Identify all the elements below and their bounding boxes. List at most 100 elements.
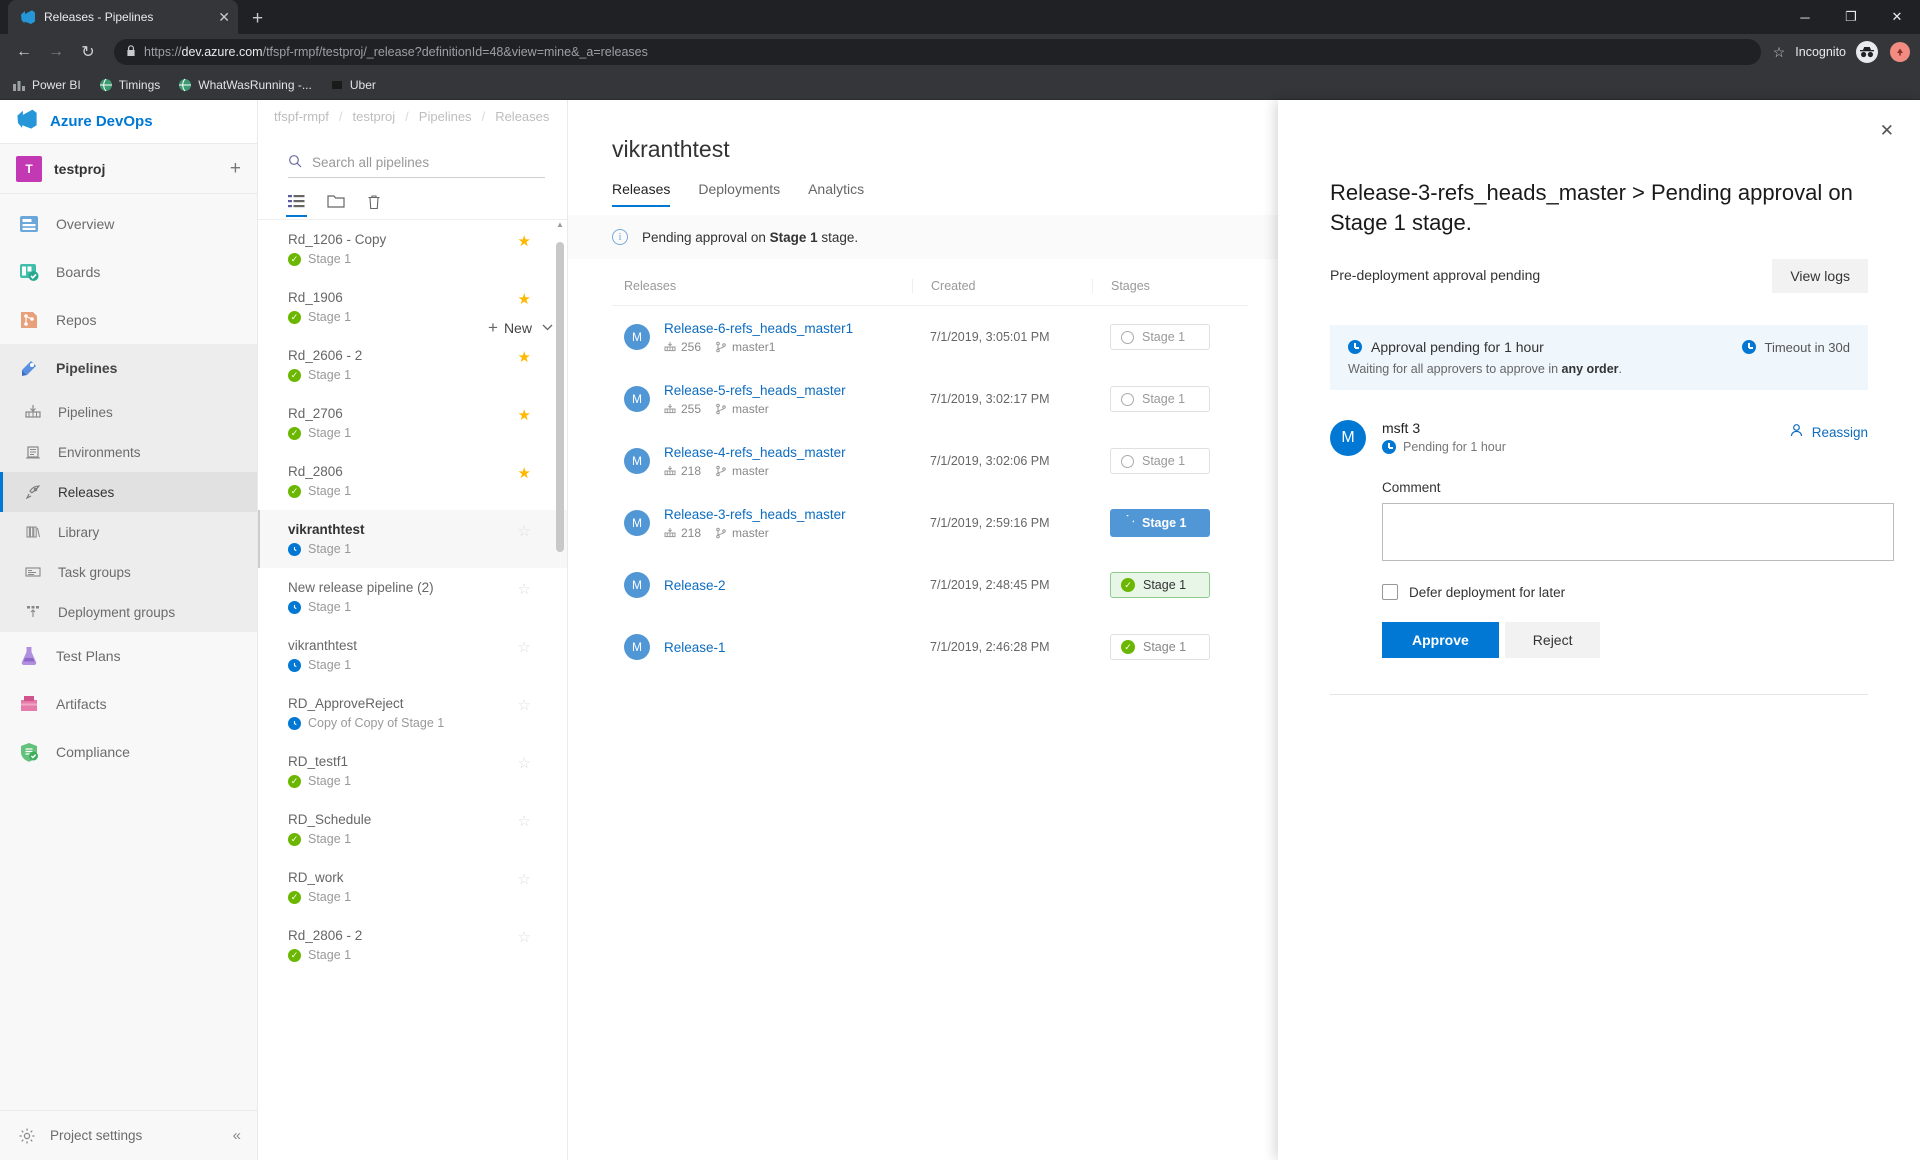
folder-icon[interactable] (327, 194, 345, 217)
favorite-star-icon[interactable]: ☆ (518, 754, 531, 772)
bookmark-item[interactable]: Uber (330, 78, 376, 92)
search-pipelines-box[interactable] (288, 148, 545, 178)
pipelines-scrollbar[interactable]: ▲ (555, 220, 565, 1160)
favorite-star-icon[interactable]: ★ (518, 348, 531, 366)
pipeline-list-item[interactable]: Rd_2806 - 2 ✓ Stage 1 ☆ (258, 916, 567, 974)
maximize-icon[interactable]: ❐ (1828, 0, 1874, 34)
trash-icon[interactable] (367, 194, 381, 218)
release-name-link[interactable]: Release-6-refs_heads_master1 (664, 321, 853, 336)
bookmark-item[interactable]: Timings (99, 78, 160, 92)
breadcrumb-item[interactable]: testproj (353, 109, 396, 124)
stage-badge[interactable]: ✓ Stage 1 (1110, 634, 1210, 660)
reassign-button[interactable]: Reassign (1789, 423, 1868, 441)
new-pipeline-button[interactable]: + New (488, 318, 553, 338)
pipeline-list-item[interactable]: Rd_1206 - Copy ✓ Stage 1 ★ (258, 220, 567, 278)
pipeline-list-item[interactable]: New release pipeline (2) Stage 1 ☆ (258, 568, 567, 626)
favorite-star-icon[interactable]: ★ (518, 406, 531, 424)
new-tab-button[interactable]: + (252, 8, 263, 30)
favorite-star-icon[interactable]: ☆ (518, 638, 531, 656)
tab-deployments[interactable]: Deployments (698, 181, 780, 207)
pipeline-list-item[interactable]: Rd_2706 ✓ Stage 1 ★ (258, 394, 567, 452)
project-settings-button[interactable]: Project settings « (0, 1110, 257, 1160)
sidebar-item-task-groups[interactable]: Task groups (0, 552, 257, 592)
org-header[interactable]: Azure DevOps (0, 100, 257, 144)
favorite-star-icon[interactable]: ★ (518, 464, 531, 482)
stage-badge[interactable]: Stage 1 (1110, 324, 1210, 350)
view-logs-button[interactable]: View logs (1772, 259, 1868, 294)
favorite-star-icon[interactable]: ☆ (518, 928, 531, 946)
sidebar-item-repos[interactable]: Repos (0, 296, 257, 344)
table-row[interactable]: M Release-4-refs_heads_master 218 master 7/1… (612, 430, 1248, 492)
approve-button[interactable]: Approve (1382, 622, 1499, 659)
table-row[interactable]: M Release-3-refs_heads_master 218 master 7/1… (612, 492, 1248, 554)
sidebar-item-pipelines-group[interactable]: Pipelines (0, 344, 257, 392)
reject-button[interactable]: Reject (1504, 622, 1601, 659)
project-selector[interactable]: T testproj + (0, 144, 257, 194)
forward-icon[interactable]: → (42, 38, 70, 66)
pipeline-list-item[interactable]: vikranthtest Stage 1 ☆ (258, 510, 567, 568)
stage-badge[interactable]: Stage 1 (1110, 386, 1210, 412)
tab-close-icon[interactable]: ✕ (218, 10, 230, 24)
favorite-star-icon[interactable]: ☆ (518, 522, 531, 540)
stage-badge[interactable]: Stage 1 (1110, 509, 1210, 537)
table-row[interactable]: M Release-1 7/1/2019, 2:46:28 PM ✓ Stage 1 (612, 616, 1248, 678)
pipeline-list-item[interactable]: Rd_2806 ✓ Stage 1 ★ (258, 452, 567, 510)
back-icon[interactable]: ← (10, 38, 38, 66)
release-name-link[interactable]: Release-3-refs_heads_master (664, 507, 846, 522)
sidebar-item-pipelines[interactable]: Pipelines (0, 392, 257, 432)
tab-releases[interactable]: Releases (612, 181, 671, 207)
minimize-icon[interactable]: ─ (1782, 0, 1828, 34)
browser-tab[interactable]: Releases - Pipelines ✕ (8, 0, 238, 34)
pipeline-list-item[interactable]: vikranthtest Stage 1 ☆ (258, 626, 567, 684)
address-bar[interactable]: https://dev.azure.com/tfspf-rmpf/testpro… (114, 39, 1761, 65)
pipeline-list-item[interactable]: RD_ApproveReject Copy of Copy of Stage 1 ☆ (258, 684, 567, 742)
scrollbar-thumb[interactable] (556, 242, 564, 552)
list-view-icon[interactable] (286, 194, 307, 217)
release-name-link[interactable]: Release-5-refs_heads_master (664, 383, 846, 398)
favorite-star-icon[interactable]: ☆ (518, 812, 531, 830)
sidebar-item-boards[interactable]: Boards (0, 248, 257, 296)
table-row[interactable]: M Release-2 7/1/2019, 2:48:45 PM ✓ Stage 1 (612, 554, 1248, 616)
favorite-star-icon[interactable]: ☆ (518, 696, 531, 714)
sidebar-item-compliance[interactable]: Compliance (0, 728, 257, 776)
table-row[interactable]: M Release-5-refs_heads_master 255 master 7/1… (612, 368, 1248, 430)
sidebar-item-overview[interactable]: Overview (0, 200, 257, 248)
table-row[interactable]: M Release-6-refs_heads_master1 256 master1 7… (612, 306, 1248, 368)
breadcrumb-item[interactable]: tfspf-rmpf (274, 109, 329, 124)
stage-badge[interactable]: ✓ Stage 1 (1110, 572, 1210, 598)
bookmark-star-icon[interactable]: ☆ (1773, 44, 1786, 61)
breadcrumb-item[interactable]: Releases (495, 109, 549, 124)
tab-analytics[interactable]: Analytics (808, 181, 864, 207)
release-name-link[interactable]: Release-1 (664, 640, 726, 655)
chevron-down-icon[interactable] (542, 323, 553, 334)
defer-deployment-row[interactable]: Defer deployment for later (1382, 584, 1868, 601)
pipeline-list-item[interactable]: RD_Schedule ✓ Stage 1 ☆ (258, 800, 567, 858)
profile-avatar[interactable] (1890, 42, 1910, 62)
favorite-star-icon[interactable]: ★ (518, 290, 531, 308)
pipeline-list-item[interactable]: RD_work ✓ Stage 1 ☆ (258, 858, 567, 916)
sidebar-item-deployment-groups[interactable]: Deployment groups (0, 592, 257, 632)
release-name-link[interactable]: Release-4-refs_heads_master (664, 445, 846, 460)
favorite-star-icon[interactable]: ☆ (518, 580, 531, 598)
release-name-link[interactable]: Release-2 (664, 578, 726, 593)
scroll-up-arrow-icon[interactable]: ▲ (555, 220, 565, 229)
search-input[interactable] (312, 155, 545, 170)
defer-checkbox[interactable] (1382, 584, 1398, 601)
add-icon[interactable]: + (230, 158, 241, 180)
comment-input[interactable] (1382, 503, 1894, 562)
incognito-icon[interactable] (1856, 41, 1878, 63)
sidebar-item-library[interactable]: Library (0, 512, 257, 552)
favorite-star-icon[interactable]: ★ (518, 232, 531, 250)
close-window-icon[interactable]: ✕ (1874, 0, 1920, 34)
sidebar-item-releases[interactable]: Releases (0, 472, 257, 512)
pipeline-list-item[interactable]: RD_testf1 ✓ Stage 1 ☆ (258, 742, 567, 800)
stage-badge[interactable]: Stage 1 (1110, 448, 1210, 474)
sidebar-item-environments[interactable]: Environments (0, 432, 257, 472)
collapse-nav-icon[interactable]: « (233, 1127, 241, 1144)
sidebar-item-artifacts[interactable]: Artifacts (0, 680, 257, 728)
close-icon[interactable]: ✕ (1880, 122, 1894, 139)
bookmark-item[interactable]: Power BI (12, 78, 81, 92)
reload-icon[interactable]: ↻ (74, 38, 102, 66)
breadcrumb-item[interactable]: Pipelines (419, 109, 472, 124)
favorite-star-icon[interactable]: ☆ (518, 870, 531, 888)
